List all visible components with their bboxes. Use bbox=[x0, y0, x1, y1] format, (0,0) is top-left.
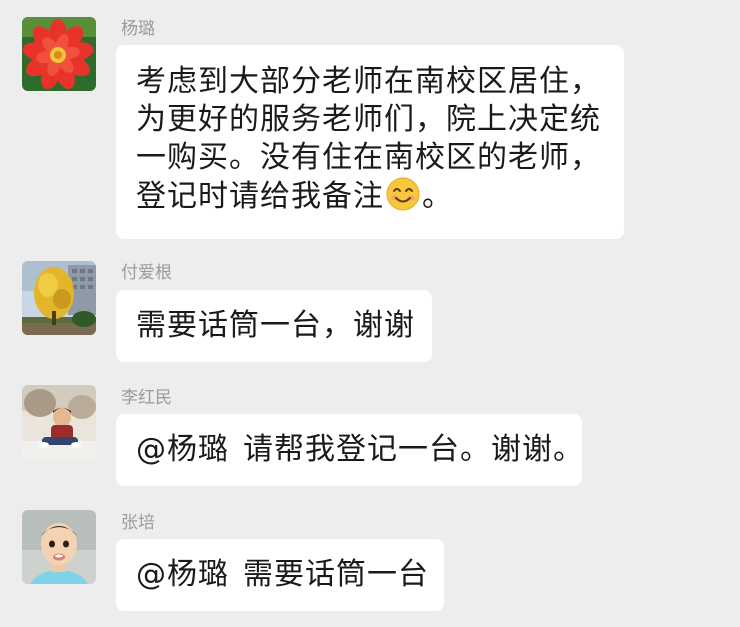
baby-portrait-avatar[interactable] bbox=[22, 510, 96, 584]
message-bubble[interactable]: @杨璐 需要话筒一台 bbox=[116, 539, 444, 611]
message-line: 考虑到大部分老师在南校区居住， bbox=[136, 64, 601, 99]
mention-tag[interactable]: @杨璐 bbox=[136, 557, 229, 592]
sender-name: 杨璐 bbox=[121, 19, 155, 39]
message-text: 需要话筒一台，谢谢 bbox=[136, 308, 415, 343]
message-line-text: 登记时请给我备注 bbox=[136, 179, 384, 214]
child-sitting-avatar[interactable] bbox=[22, 385, 96, 459]
chat-message-list[interactable]: 杨璐 考虑到大部分老师在南校区居住， 为更好的服务老师们，院上决定统 一购买。没… bbox=[0, 0, 740, 627]
message-bubble[interactable]: 需要话筒一台，谢谢 bbox=[116, 290, 432, 362]
message-line: 一购买。没有住在南校区的老师， bbox=[136, 140, 601, 175]
sender-name: 付爱根 bbox=[121, 263, 172, 283]
message-line: 为更好的服务老师们，院上决定统 bbox=[136, 102, 601, 137]
red-flower-avatar[interactable] bbox=[22, 17, 96, 91]
sender-name: 张培 bbox=[121, 513, 155, 533]
message-end-punct: 。 bbox=[422, 179, 453, 214]
message-text: 请帮我登记一台。谢谢。 bbox=[243, 432, 584, 467]
sender-name: 李红民 bbox=[121, 388, 172, 408]
mention-tag[interactable]: @杨璐 bbox=[136, 432, 229, 467]
smiling-face-emoji-icon bbox=[386, 177, 420, 211]
message-bubble[interactable]: @杨璐 请帮我登记一台。谢谢。 bbox=[116, 414, 584, 486]
message-bubble[interactable]: 考虑到大部分老师在南校区居住， 为更好的服务老师们，院上决定统 一购买。没有住在… bbox=[116, 45, 624, 239]
message-line-last: 登记时请给我备注 。 bbox=[136, 177, 606, 216]
ginkgo-tree-avatar[interactable] bbox=[22, 261, 96, 335]
message-text: 需要话筒一台 bbox=[243, 557, 429, 592]
